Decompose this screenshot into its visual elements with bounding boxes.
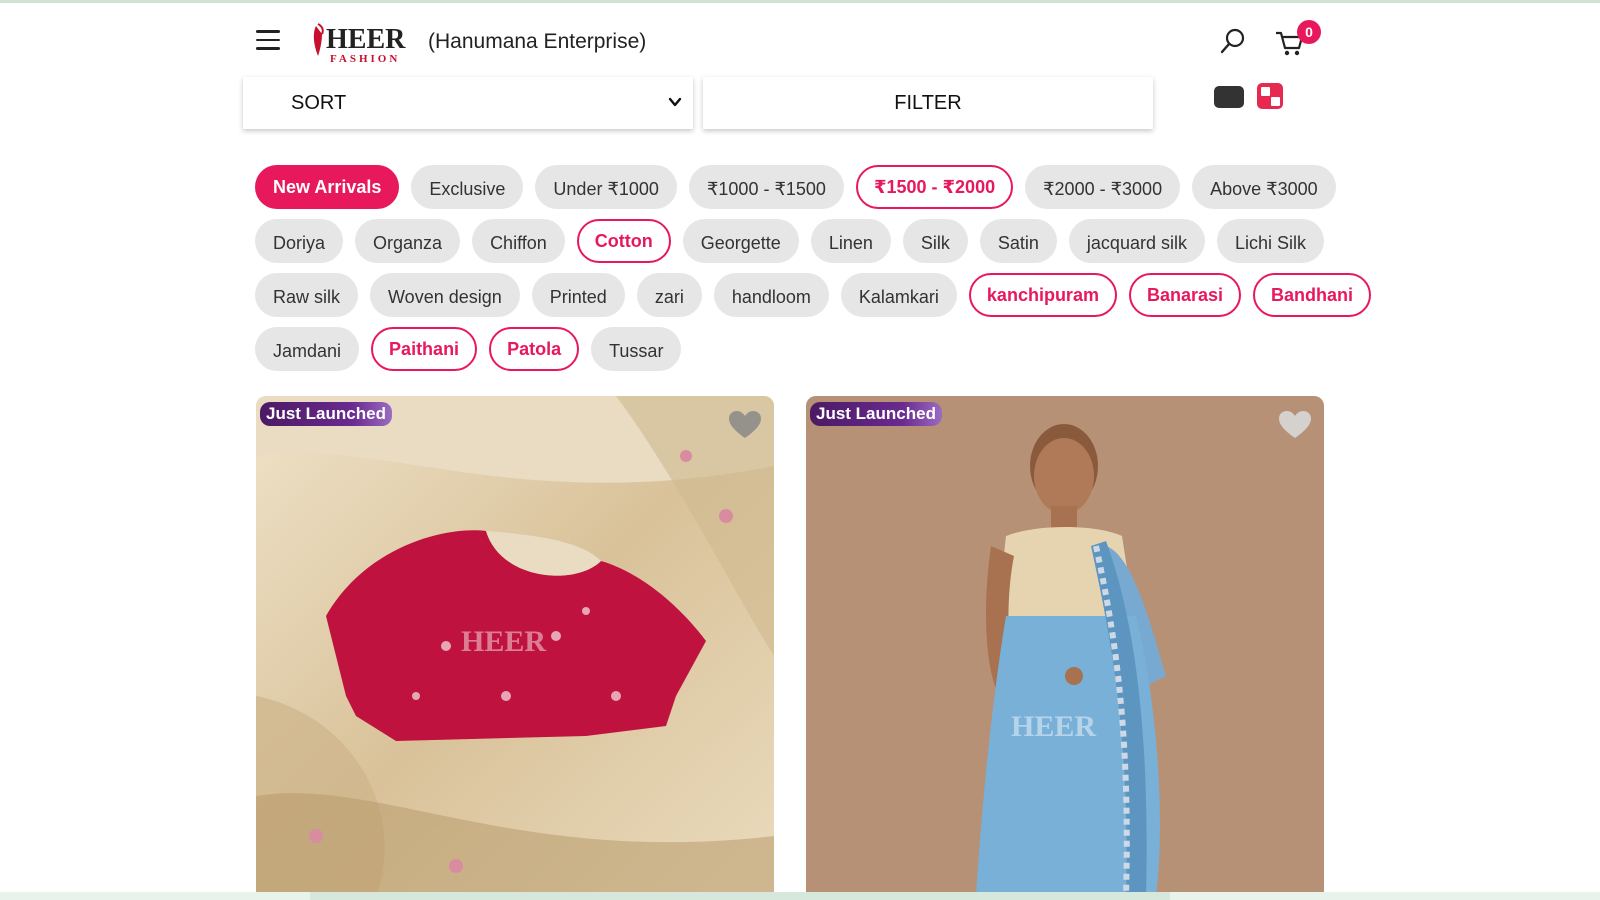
horizontal-scrollbar[interactable] [0, 892, 1600, 900]
grid-view-icon[interactable] [1257, 83, 1283, 109]
chevron-down-icon [668, 97, 682, 107]
chip-tussar[interactable]: Tussar [591, 327, 682, 371]
chip-organza[interactable]: Organza [355, 219, 461, 263]
product-card[interactable]: HEER Just Launched [806, 396, 1324, 896]
chip-chiffon[interactable]: Chiffon [472, 219, 565, 263]
header: HEER FASHION (Hanumana Enterprise) 0 [250, 18, 1330, 66]
cart-count-badge: 0 [1297, 20, 1321, 44]
chip-exclusive[interactable]: Exclusive [411, 165, 524, 209]
chip-jamdani[interactable]: Jamdani [255, 327, 360, 371]
list-view-icon[interactable] [1214, 86, 1244, 108]
chip-cotton[interactable]: Cotton [576, 219, 671, 263]
heart-icon[interactable] [1278, 410, 1312, 440]
chip-lichi-silk[interactable]: Lichi Silk [1216, 219, 1324, 263]
chip-1000-1500[interactable]: ₹1000 - ₹1500 [688, 165, 844, 209]
just-launched-badge: Just Launched [810, 402, 942, 426]
scrollbar-thumb[interactable] [310, 892, 1170, 900]
top-border [0, 0, 1600, 3]
chip-bandhani[interactable]: Bandhani [1253, 273, 1372, 317]
product-image: HEER [256, 396, 774, 896]
menu-icon[interactable] [256, 30, 280, 50]
chip-2000-3000[interactable]: ₹2000 - ₹3000 [1025, 165, 1181, 209]
chip-above-3000[interactable]: Above ₹3000 [1192, 165, 1336, 209]
chip-silk[interactable]: Silk [902, 219, 968, 263]
filter-label: FILTER [894, 92, 962, 114]
chip-doriya[interactable]: Doriya [255, 219, 344, 263]
chip-new-arrivals[interactable]: New Arrivals [255, 165, 400, 209]
chip-linen[interactable]: Linen [810, 219, 891, 263]
chip-kalamkari[interactable]: Kalamkari [840, 273, 957, 317]
search-icon[interactable] [1218, 26, 1248, 56]
chip-row-3: Raw silk Woven design Printed zari handl… [255, 273, 1372, 317]
sort-select[interactable]: SORT [243, 77, 693, 129]
chip-zari[interactable]: zari [636, 273, 702, 317]
just-launched-badge: Just Launched [260, 402, 392, 426]
chip-banarasi[interactable]: Banarasi [1128, 273, 1242, 317]
chip-row-4: Jamdani Paithani Patola Tussar [255, 327, 682, 371]
chip-raw-silk[interactable]: Raw silk [255, 273, 359, 317]
logo-text: HEER [326, 24, 406, 55]
chip-1500-2000[interactable]: ₹1500 - ₹2000 [855, 165, 1014, 209]
chip-paithani[interactable]: Paithani [371, 327, 478, 371]
watermark: HEER [1011, 710, 1096, 743]
chip-under-1000[interactable]: Under ₹1000 [535, 165, 677, 209]
chip-woven-design[interactable]: Woven design [370, 273, 520, 317]
chip-row-1: New Arrivals Exclusive Under ₹1000 ₹1000… [255, 165, 1336, 209]
product-card[interactable]: HEER Just Launched [256, 396, 774, 896]
heart-icon[interactable] [728, 410, 762, 440]
company-name: (Hanumana Enterprise) [428, 30, 647, 53]
chip-handloom[interactable]: handloom [713, 273, 829, 317]
filter-button[interactable]: FILTER [703, 77, 1153, 129]
chip-patola[interactable]: Patola [489, 327, 580, 371]
chip-georgette[interactable]: Georgette [682, 219, 799, 263]
chip-printed[interactable]: Printed [531, 273, 625, 317]
chip-jacquard-silk[interactable]: jacquard silk [1068, 219, 1205, 263]
logo-subtext: FASHION [330, 53, 400, 64]
brand-logo[interactable]: HEER FASHION [310, 20, 422, 64]
sort-label: SORT [291, 92, 347, 114]
product-image: HEER [806, 396, 1324, 896]
chip-row-2: Doriya Organza Chiffon Cotton Georgette … [255, 219, 1324, 263]
chip-satin[interactable]: Satin [979, 219, 1057, 263]
chip-kanchipuram[interactable]: kanchipuram [968, 273, 1117, 317]
watermark: HEER [461, 625, 546, 658]
